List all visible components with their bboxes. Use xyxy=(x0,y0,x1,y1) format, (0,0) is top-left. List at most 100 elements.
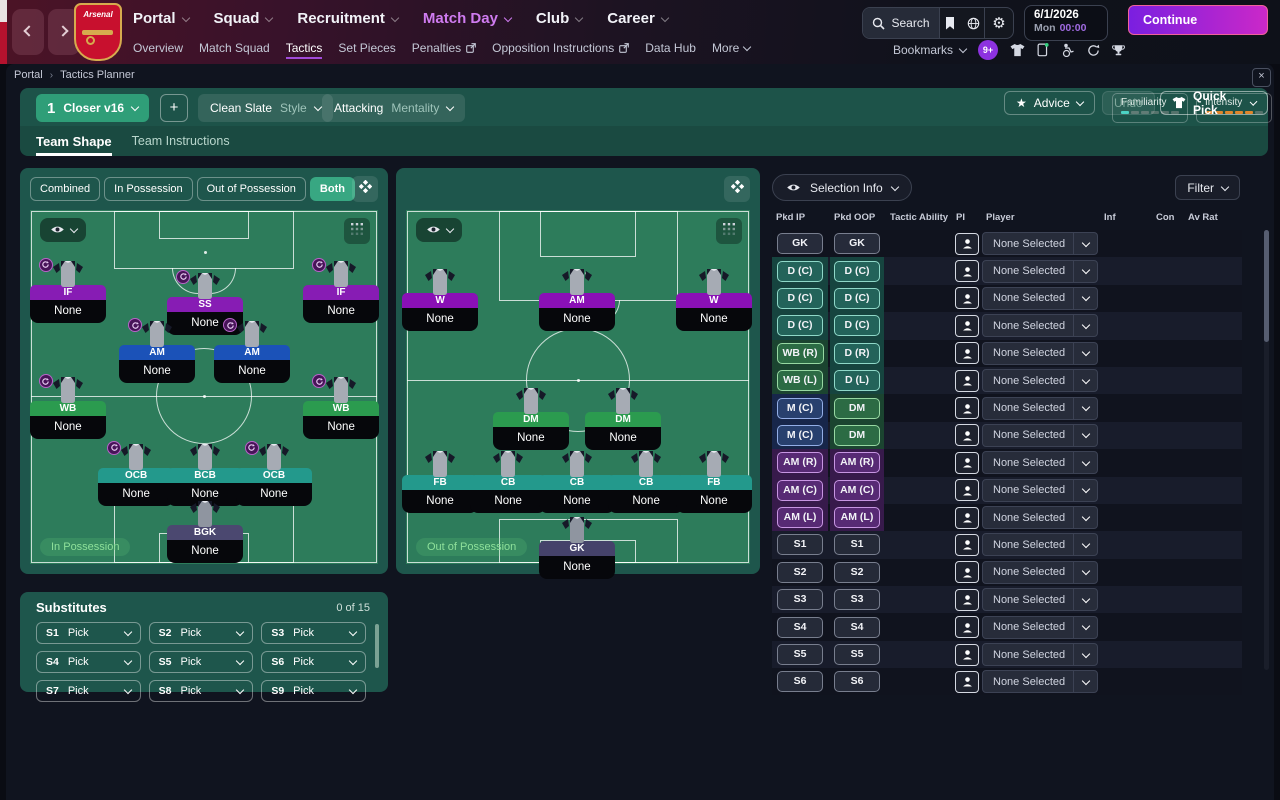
nav-item-portal[interactable]: Portal xyxy=(133,10,190,27)
bookmarks-dropdown[interactable]: Bookmarks xyxy=(893,43,968,57)
position-pill-oop[interactable]: GK xyxy=(834,233,880,255)
position-pill-oop[interactable]: D (R) xyxy=(834,342,880,364)
player-select-dropdown[interactable]: None Selected xyxy=(982,615,1098,639)
position-pill-ip[interactable]: D (C) xyxy=(777,315,823,337)
player-instructions-button[interactable] xyxy=(955,616,979,639)
position-pill-oop[interactable]: D (C) xyxy=(834,287,880,309)
mentality-dropdown[interactable]: Attacking Mentality xyxy=(322,94,466,122)
nav-item-club[interactable]: Club xyxy=(536,10,584,27)
player-select-dropdown[interactable]: None Selected xyxy=(982,423,1098,447)
add-tactic-button[interactable]: + xyxy=(160,94,188,122)
sub-slot-s8[interactable]: S8 Pick xyxy=(148,680,254,702)
sync-icon[interactable] xyxy=(1087,44,1100,57)
pitch-grid-button[interactable] xyxy=(344,218,370,244)
player-slot-w[interactable]: W None xyxy=(402,268,479,332)
sub-slot-s7[interactable]: S7 Pick xyxy=(36,680,141,702)
subnav-item-data-hub[interactable]: Data Hub xyxy=(645,41,696,59)
position-pill-oop[interactable]: S5 xyxy=(834,644,880,666)
position-pill-ip[interactable]: M (C) xyxy=(777,424,823,446)
sub-slot-s4[interactable]: S4 Pick xyxy=(36,651,141,673)
sub-slot-s5[interactable]: S5 Pick xyxy=(148,651,254,673)
subnav-item-match-squad[interactable]: Match Squad xyxy=(199,41,270,59)
subnav-item-more[interactable]: More xyxy=(712,41,752,59)
game-date[interactable]: 6/1/2026 Mon 00:00 xyxy=(1024,5,1108,41)
filter-button[interactable]: Filter xyxy=(1175,175,1240,200)
player-slot-wb[interactable]: WB None xyxy=(303,374,380,440)
search-button[interactable]: Search xyxy=(863,8,939,38)
position-pill-ip[interactable]: S6 xyxy=(777,671,823,693)
club-crest[interactable]: Arsenal xyxy=(74,3,122,61)
physio-icon[interactable] xyxy=(1061,43,1075,57)
tab-team-instructions[interactable]: Team Instructions xyxy=(132,126,230,156)
position-pill-ip[interactable]: AM (L) xyxy=(777,507,823,529)
subnav-item-overview[interactable]: Overview xyxy=(133,41,183,59)
player-instructions-button[interactable] xyxy=(955,588,979,611)
position-pill-ip[interactable]: S5 xyxy=(777,644,823,666)
player-slot-cb[interactable]: CB None xyxy=(608,450,685,513)
position-pill-ip[interactable]: GK xyxy=(777,233,823,255)
player-slot-fb[interactable]: FB None xyxy=(675,450,752,513)
substitutes-scrollbar[interactable] xyxy=(375,624,379,668)
pitch-filter-combined[interactable]: Combined xyxy=(30,177,101,201)
player-select-dropdown[interactable]: None Selected xyxy=(982,588,1098,612)
position-pill-ip[interactable]: WB (L) xyxy=(777,370,823,392)
player-select-dropdown[interactable]: None Selected xyxy=(982,314,1098,338)
player-slot-cb[interactable]: CB None xyxy=(470,450,547,513)
position-pill-oop[interactable]: S6 xyxy=(834,671,880,693)
advice-button[interactable]: ★ Advice xyxy=(1004,91,1095,115)
style-dropdown[interactable]: Clean Slate Style xyxy=(198,94,333,122)
back-button[interactable] xyxy=(12,9,44,55)
position-pill-ip[interactable]: AM (R) xyxy=(777,452,823,474)
player-instructions-button[interactable] xyxy=(955,424,979,447)
formation-tools-button[interactable] xyxy=(352,176,378,202)
notes-icon[interactable] xyxy=(945,16,955,30)
breadcrumb-root[interactable]: Portal xyxy=(14,69,43,81)
player-slot-dm[interactable]: DM None xyxy=(585,387,662,450)
globe-icon[interactable] xyxy=(967,17,980,30)
player-instructions-button[interactable] xyxy=(955,287,979,310)
sub-slot-s9[interactable]: S9 Pick xyxy=(261,680,366,702)
player-select-dropdown[interactable]: None Selected xyxy=(982,369,1098,393)
formation-tools-button[interactable] xyxy=(724,176,750,202)
player-instructions-button[interactable] xyxy=(955,670,979,693)
player-select-dropdown[interactable]: None Selected xyxy=(982,451,1098,475)
player-select-dropdown[interactable]: None Selected xyxy=(982,232,1098,256)
player-slot-am[interactable]: AM None xyxy=(214,318,291,384)
selection-scrollbar-thumb[interactable] xyxy=(1264,230,1269,342)
player-slot-bcb[interactable]: BCB None xyxy=(167,443,244,506)
nav-item-career[interactable]: Career xyxy=(607,10,670,27)
sub-slot-s1[interactable]: S1 Pick xyxy=(36,622,141,644)
player-slot-if[interactable]: IF None xyxy=(303,257,380,323)
position-pill-oop[interactable]: AM (C) xyxy=(834,479,880,501)
player-slot-gk[interactable]: GK None xyxy=(538,516,615,580)
player-select-dropdown[interactable]: None Selected xyxy=(982,560,1098,584)
close-button[interactable]: × xyxy=(1252,68,1271,87)
player-select-dropdown[interactable]: None Selected xyxy=(982,396,1098,420)
device-icon[interactable] xyxy=(1037,43,1049,57)
player-instructions-button[interactable] xyxy=(955,561,979,584)
position-pill-ip[interactable]: S2 xyxy=(777,561,823,583)
tab-team-shape[interactable]: Team Shape xyxy=(36,126,112,156)
player-instructions-button[interactable] xyxy=(955,533,979,556)
player-instructions-button[interactable] xyxy=(955,369,979,392)
position-pill-oop[interactable]: DM xyxy=(834,424,880,446)
player-select-dropdown[interactable]: None Selected xyxy=(982,670,1098,694)
player-select-dropdown[interactable]: None Selected xyxy=(982,341,1098,365)
pitch-in-possession[interactable]: In Possession IF None SS None IF None AM None AM… xyxy=(29,210,380,564)
undo-button[interactable]: Undo xyxy=(1102,91,1155,115)
pitch-grid-button[interactable] xyxy=(716,218,742,244)
position-pill-ip[interactable]: WB (R) xyxy=(776,342,824,364)
player-select-dropdown[interactable]: None Selected xyxy=(982,506,1098,530)
subnav-item-opposition-instructions[interactable]: Opposition Instructions xyxy=(492,41,630,59)
position-pill-oop[interactable]: D (L) xyxy=(834,370,880,392)
player-slot-dm[interactable]: DM None xyxy=(492,387,569,450)
continue-button[interactable]: Continue xyxy=(1128,5,1268,35)
player-select-dropdown[interactable]: None Selected xyxy=(982,533,1098,557)
pitch-view-dropdown[interactable] xyxy=(416,218,462,242)
position-pill-oop[interactable]: AM (L) xyxy=(834,507,880,529)
player-slot-ocb[interactable]: OCB None xyxy=(235,440,312,506)
position-pill-oop[interactable]: S1 xyxy=(834,534,880,556)
player-select-dropdown[interactable]: None Selected xyxy=(982,643,1098,667)
position-pill-oop[interactable]: S2 xyxy=(834,561,880,583)
position-pill-ip[interactable]: S1 xyxy=(777,534,823,556)
